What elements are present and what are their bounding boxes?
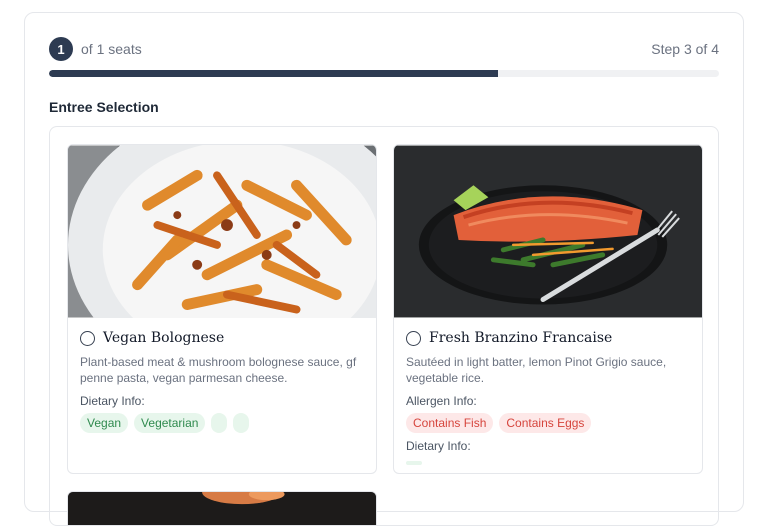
- pasta-dish-photo: [68, 145, 376, 318]
- dietary-info-label: Dietary Info:: [80, 394, 145, 408]
- meal-option-partial[interactable]: [67, 491, 377, 525]
- seat-selection-card: 1 of 1 seats Step 3 of 4 Entree Selectio…: [24, 12, 744, 526]
- seats-count-label: of 1 seats: [81, 41, 142, 57]
- dietary-tag-empty: [211, 413, 228, 433]
- meal-name: Fresh Branzino Francaise: [429, 330, 613, 346]
- dietary-tag: Vegan: [80, 413, 129, 433]
- meal-option-fresh-branzino[interactable]: Fresh Branzino Francaise Sautéed in ligh…: [393, 144, 703, 474]
- section-title: Entree Selection: [49, 99, 159, 115]
- allergen-tag: Contains Eggs: [499, 413, 592, 433]
- seat-indicator: 1 of 1 seats: [49, 37, 142, 61]
- meal-description: Sautéed in light batter, lemon Pinot Gri…: [406, 355, 667, 385]
- entree-options-panel: Vegan Bolognese Plant-based meat & mushr…: [49, 126, 719, 526]
- dietary-tags: [406, 461, 690, 465]
- meal-description: Plant-based meat & mushroom bolognese sa…: [80, 355, 357, 385]
- dish-photo-partial: [68, 492, 376, 525]
- allergen-info-label: Allergen Info:: [406, 394, 477, 408]
- dietary-tag-empty: [406, 461, 422, 465]
- meal-name: Vegan Bolognese: [103, 330, 225, 346]
- progress-bar: [49, 70, 719, 77]
- step-indicator: Step 3 of 4: [651, 41, 719, 57]
- progress-bar-fill: [49, 70, 498, 77]
- dietary-tags: Vegan Vegetarian: [80, 413, 364, 433]
- dietary-info-label: Dietary Info:: [406, 439, 471, 453]
- fish-dish-photo: [394, 145, 702, 318]
- dietary-tag: Vegetarian: [134, 413, 206, 433]
- allergen-tag: Contains Fish: [406, 413, 494, 433]
- allergen-tags: Contains Fish Contains Eggs: [406, 413, 690, 433]
- meal-radio-button[interactable]: [80, 330, 95, 346]
- dietary-tag-empty: [233, 413, 250, 433]
- meal-radio-button[interactable]: [406, 330, 421, 346]
- meal-option-vegan-bolognese[interactable]: Vegan Bolognese Plant-based meat & mushr…: [67, 144, 377, 474]
- seat-number-badge: 1: [49, 37, 73, 61]
